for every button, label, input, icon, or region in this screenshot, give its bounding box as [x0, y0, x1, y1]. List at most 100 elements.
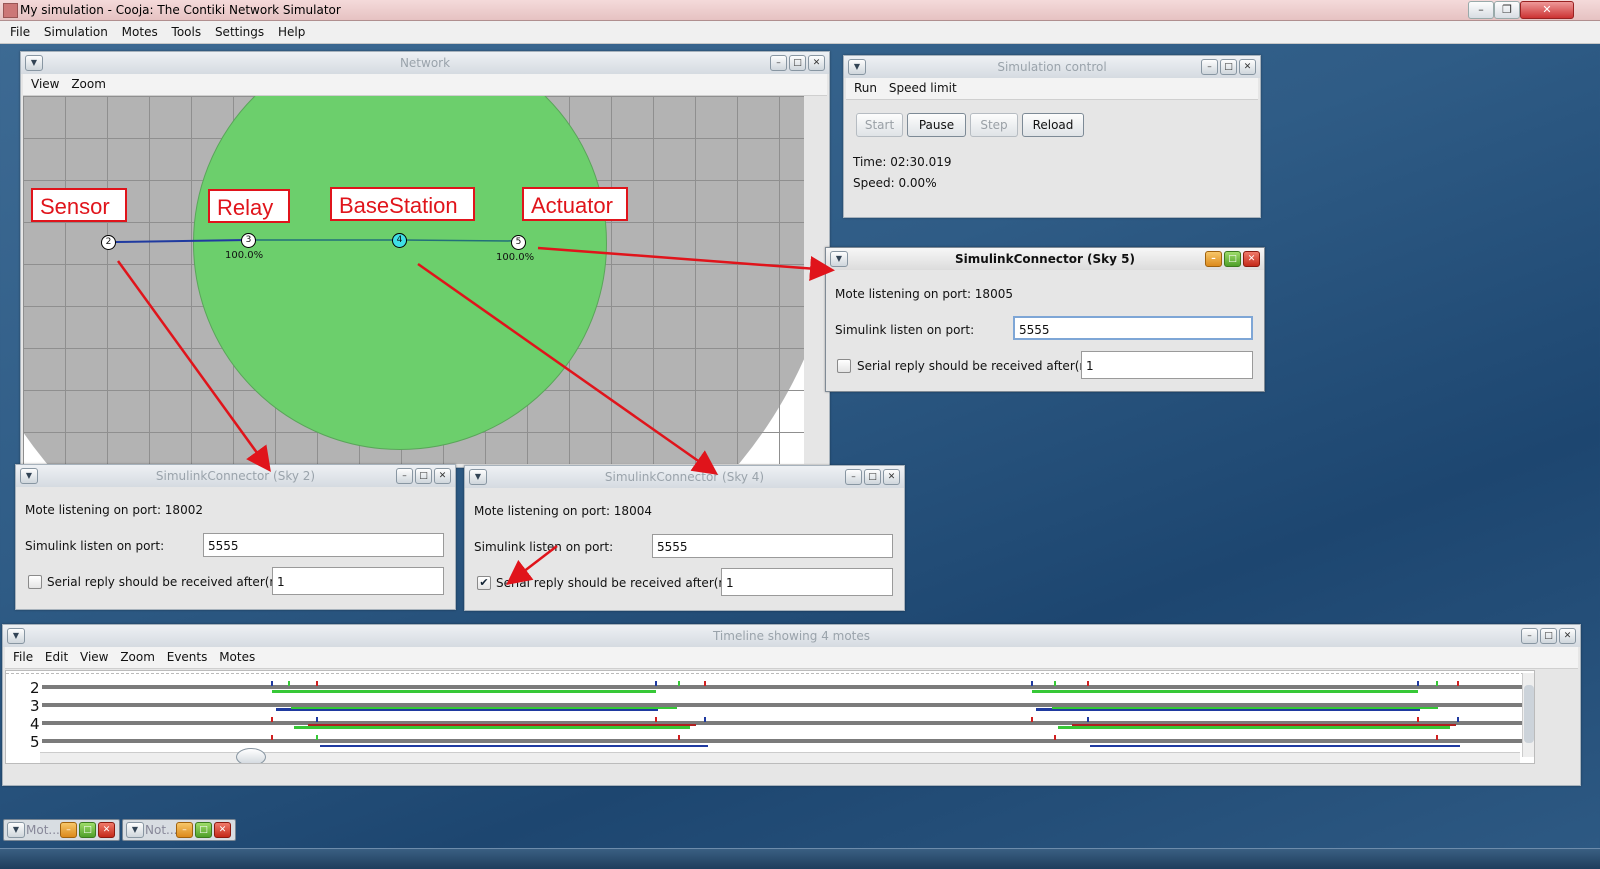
timeline-titlebar: ▼ Timeline showing 4 motes – □ ✕ — [3, 625, 1580, 647]
maximize-button[interactable]: □ — [1540, 628, 1557, 644]
step-button[interactable]: Step — [970, 113, 1018, 137]
close-button[interactable]: ✕ — [1559, 628, 1576, 644]
close-button[interactable]: ✕ — [1520, 1, 1574, 19]
minimized-frame-1-label: Mot... — [26, 823, 60, 837]
event-tick — [1054, 681, 1056, 686]
network-window: ▼ Network – □ ✕ View Zoom 2 3 4 5 100.0% 1… — [20, 51, 830, 468]
timeline-menu-edit[interactable]: Edit — [45, 650, 68, 664]
minimized-frame-1[interactable]: ▼ Mot... – □ ✕ — [3, 819, 120, 841]
timeline-menu-zoom[interactable]: Zoom — [120, 650, 155, 664]
window-menu-button[interactable]: ▼ — [848, 59, 866, 75]
close-button[interactable]: ✕ — [214, 822, 231, 838]
vertical-scrollbar[interactable] — [1522, 673, 1534, 757]
mote-4[interactable]: 4 — [392, 233, 407, 248]
minimize-button[interactable]: – — [176, 822, 193, 838]
sky5-listen-port-input[interactable]: 5555 — [1013, 316, 1253, 340]
maximize-button[interactable]: □ — [789, 55, 806, 71]
minimize-button[interactable]: – — [1521, 628, 1538, 644]
reload-button[interactable]: Reload — [1022, 113, 1084, 137]
event-tick — [1457, 717, 1459, 722]
event-tick — [704, 717, 706, 722]
vertical-scroll-thumb[interactable] — [1524, 685, 1534, 743]
close-button[interactable]: ✕ — [808, 55, 825, 71]
menu-file[interactable]: File — [10, 25, 30, 39]
restore-button[interactable]: ❐ — [1494, 1, 1520, 19]
menu-tools[interactable]: Tools — [172, 25, 202, 39]
timeline-menu-file[interactable]: File — [13, 650, 33, 664]
sky4-serial-reply-checkbox[interactable]: ✔ — [477, 576, 491, 590]
sky4-reply-ms-input[interactable]: 1 — [721, 568, 893, 596]
timeline-canvas[interactable]: 2 3 4 5 — [5, 670, 1535, 764]
minimized-frame-2[interactable]: ▼ Not... – □ ✕ — [122, 819, 236, 841]
network-menu-zoom[interactable]: Zoom — [71, 77, 106, 91]
minimize-button[interactable]: – — [1205, 251, 1222, 267]
minimize-button[interactable]: – — [845, 469, 862, 485]
close-button[interactable]: ✕ — [98, 822, 115, 838]
maximize-button[interactable]: □ — [1224, 251, 1241, 267]
minimize-button[interactable]: – — [770, 55, 787, 71]
close-button[interactable]: ✕ — [1239, 59, 1256, 75]
horizontal-scroll-thumb[interactable] — [236, 748, 266, 763]
menu-settings[interactable]: Settings — [215, 25, 264, 39]
sky2-listen-label: Simulink listen on port: — [25, 539, 165, 553]
rx-segment — [1052, 707, 1438, 709]
network-titlebar: ▼ Network – □ ✕ — [21, 52, 829, 74]
window-menu-button[interactable]: ▼ — [7, 822, 25, 838]
mote-2[interactable]: 2 — [101, 235, 116, 250]
start-button[interactable]: Start — [856, 113, 903, 137]
event-tick — [1457, 681, 1459, 686]
minimize-button[interactable]: – — [1201, 59, 1218, 75]
window-menu-button[interactable]: ▼ — [25, 55, 43, 71]
network-menu-view[interactable]: View — [31, 77, 59, 91]
window-menu-button[interactable]: ▼ — [830, 251, 848, 267]
timeline-menu-events[interactable]: Events — [167, 650, 208, 664]
mote-3[interactable]: 3 — [241, 233, 256, 248]
horizontal-scrollbar[interactable] — [40, 748, 1520, 763]
simcontrol-menu-speed[interactable]: Speed limit — [889, 81, 957, 95]
maximize-button[interactable]: □ — [1220, 59, 1237, 75]
maximize-button[interactable]: □ — [864, 469, 881, 485]
radio-on-segment — [1032, 690, 1418, 693]
timeline-window: ▼ Timeline showing 4 motes – □ ✕ File Edit… — [2, 624, 1581, 786]
sky2-reply-ms-input[interactable]: 1 — [272, 567, 444, 595]
sky4-listen-port-input[interactable]: 5555 — [652, 534, 893, 558]
mote-row-label-3: 3 — [30, 697, 40, 715]
event-tick — [1087, 681, 1089, 686]
mote-5[interactable]: 5 — [511, 235, 526, 250]
timeline-menu-view[interactable]: View — [80, 650, 108, 664]
network-canvas[interactable]: 2 3 4 5 100.0% 100.0% — [23, 96, 804, 464]
sky5-serial-reply-checkbox[interactable] — [837, 359, 851, 373]
window-menu-button[interactable]: ▼ — [20, 468, 38, 484]
window-menu-button[interactable]: ▼ — [469, 469, 487, 485]
maximize-button[interactable]: □ — [195, 822, 212, 838]
simcontrol-menu-run[interactable]: Run — [854, 81, 877, 95]
sky5-reply-ms-input[interactable]: 1 — [1081, 351, 1253, 379]
link-quality-3: 100.0% — [225, 250, 264, 261]
close-button[interactable]: ✕ — [883, 469, 900, 485]
maximize-button[interactable]: □ — [415, 468, 432, 484]
sky2-listen-port-input[interactable]: 5555 — [203, 533, 444, 557]
timeline-menu-motes[interactable]: Motes — [219, 650, 255, 664]
menu-motes[interactable]: Motes — [122, 25, 158, 39]
link-2-3 — [115, 239, 248, 243]
pause-button[interactable]: Pause — [907, 113, 966, 137]
minimize-button[interactable]: – — [60, 822, 77, 838]
menu-help[interactable]: Help — [278, 25, 305, 39]
minimize-button[interactable]: – — [396, 468, 413, 484]
event-tick — [1436, 681, 1438, 686]
sky2-mote-port: Mote listening on port: 18002 — [25, 503, 203, 517]
minimize-button[interactable]: – — [1468, 1, 1494, 19]
maximize-button[interactable]: □ — [79, 822, 96, 838]
sky2-titlebar: ▼ SimulinkConnector (Sky 2) – □ ✕ — [16, 465, 455, 487]
close-button[interactable]: ✕ — [434, 468, 451, 484]
simulink-sky2-window: ▼ SimulinkConnector (Sky 2) – □ ✕ Mote lis… — [15, 464, 456, 610]
event-tick — [271, 735, 273, 740]
window-menu-button[interactable]: ▼ — [126, 822, 144, 838]
sky2-serial-reply-checkbox[interactable] — [28, 575, 42, 589]
minimized-frame-2-label: Not... — [145, 823, 178, 837]
sky5-mote-port: Mote listening on port: 18005 — [835, 287, 1013, 301]
menu-simulation[interactable]: Simulation — [44, 25, 108, 39]
window-menu-button[interactable]: ▼ — [7, 628, 25, 644]
close-button[interactable]: ✕ — [1243, 251, 1260, 267]
sky5-titlebar: ▼ SimulinkConnector (Sky 5) – □ ✕ — [826, 248, 1264, 270]
